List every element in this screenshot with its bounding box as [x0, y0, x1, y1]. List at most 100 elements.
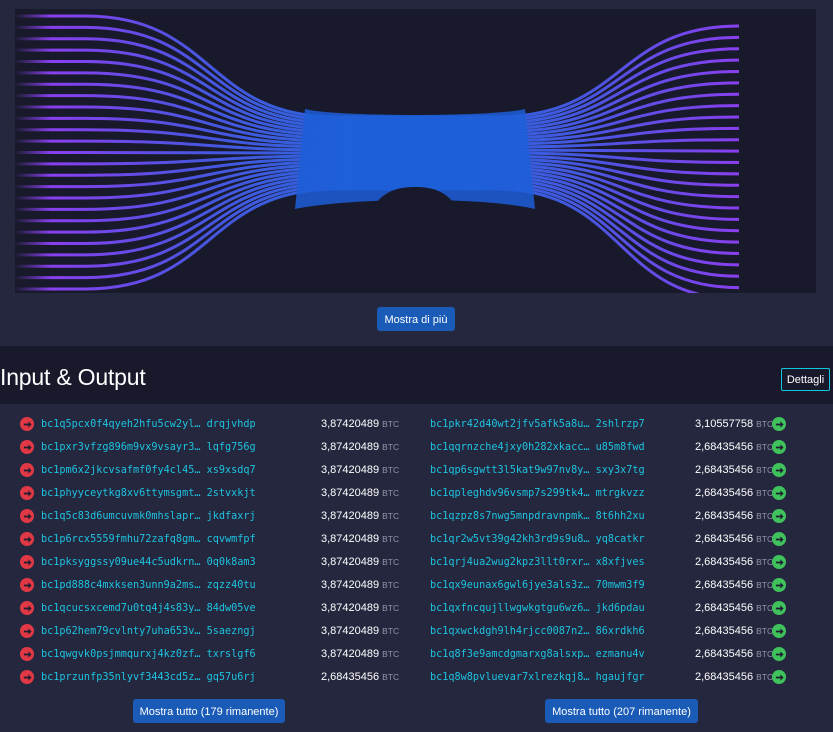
input-amount: 3,87420489 BTC [321, 602, 399, 614]
input-amount: 3,87420489 BTC [321, 625, 399, 637]
arrow-right-circle-icon[interactable] [20, 486, 34, 500]
input-row: bc1q5c83d6umcuvmk0mhslapr… jkdfaxrj 3,874… [20, 505, 410, 527]
arrow-right-circle-icon[interactable] [20, 670, 34, 684]
output-amount: 2,68435456 BTC [695, 510, 773, 522]
arrow-right-circle-icon[interactable] [20, 440, 34, 454]
output-address[interactable]: bc1qqrnzche4jxy0h282xkacc… u85m8fwd [430, 442, 700, 453]
arrow-right-circle-icon[interactable] [772, 624, 786, 638]
input-amount: 3,87420489 BTC [321, 648, 399, 660]
amount-unit: BTC [382, 580, 400, 590]
arrow-right-circle-icon[interactable] [772, 463, 786, 477]
arrow-right-circle-icon[interactable] [20, 647, 34, 661]
address-start: bc1qr2w5vt39g42kh3rd9s9u8… [430, 533, 590, 545]
arrow-right-circle-icon[interactable] [772, 417, 786, 431]
input-address[interactable]: bc1pxr3vfzg896m9vx9vsayr3… lqfg756g [41, 442, 321, 453]
output-address[interactable]: bc1qpleghdv96vsmp7s299tk4… mtrgkvzz [430, 488, 700, 499]
output-address[interactable]: bc1qx9eunax6gwl6jye3als3z… 70mwm3f9 [430, 580, 700, 591]
output-address[interactable]: bc1qrj4ua2wug2kpz3llt0rxr… x8xfjves [430, 557, 700, 568]
output-address[interactable]: bc1qxwckdgh9lh4rjcc0087n2… 86xrdkh6 [430, 626, 700, 637]
output-address[interactable]: bc1qp6sgwtt3l5kat9w97nv8y… sxy3x7tg [430, 465, 700, 476]
input-address[interactable]: bc1phyyceytkg8xv6ttymsgmt… 2stvxkjt [41, 488, 321, 499]
amount-value: 3,87420489 [321, 625, 380, 637]
arrow-right-circle-icon[interactable] [772, 578, 786, 592]
address-end: xs9xsdq7 [206, 464, 256, 476]
arrow-right-circle-icon[interactable] [772, 509, 786, 523]
input-address[interactable]: bc1pd888c4mxksen3unn9a2ms… zqzz40tu [41, 580, 321, 591]
arrow-right-circle-icon[interactable] [772, 440, 786, 454]
output-row: bc1qxfncqujllwgwkgtgu6wz6… jkd6pdau 2,684… [430, 597, 820, 619]
input-row: bc1qwgvk0psjmmqurxj4kz0zf… txrslgf6 3,874… [20, 643, 410, 665]
arrow-right-circle-icon[interactable] [20, 555, 34, 569]
arrow-right-circle-icon[interactable] [20, 532, 34, 546]
input-address[interactable]: bc1pm6x2jkcvsafmf0fy4cl45… xs9xsdq7 [41, 465, 321, 476]
arrow-right-circle-icon[interactable] [772, 647, 786, 661]
amount-unit: BTC [756, 557, 774, 567]
amount-unit: BTC [756, 626, 774, 636]
address-end: jkdfaxrj [206, 510, 256, 522]
input-row: bc1phyyceytkg8xv6ttymsgmt… 2stvxkjt 3,874… [20, 482, 410, 504]
arrow-right-circle-icon[interactable] [772, 532, 786, 546]
address-end: drqjvhdp [206, 418, 256, 430]
address-end: 0q0k8am3 [206, 556, 256, 568]
details-button[interactable]: Dettagli [781, 368, 830, 391]
show-more-button[interactable]: Mostra di più [377, 307, 455, 331]
address-end: 84dw05ve [206, 602, 256, 614]
amount-value: 3,87420489 [321, 556, 380, 568]
input-amount: 3,87420489 BTC [321, 533, 399, 545]
input-address[interactable]: bc1qcucsxcemd7u0tq4j4s83y… 84dw05ve [41, 603, 321, 614]
output-address[interactable]: bc1q8f3e9amcdgmarxg8alsxp… ezmanu4v [430, 649, 700, 660]
output-address[interactable]: bc1q8w8pvluevar7xlrezkqj8… hgaujfgr [430, 672, 700, 683]
input-amount: 3,87420489 BTC [321, 510, 399, 522]
amount-unit: BTC [756, 511, 774, 521]
amount-unit: BTC [382, 419, 400, 429]
output-amount: 2,68435456 BTC [695, 533, 773, 545]
arrow-right-circle-icon[interactable] [772, 601, 786, 615]
show-all-inputs-button[interactable]: Mostra tutto (179 rimanente) [133, 699, 285, 723]
address-end: hgaujfgr [595, 671, 645, 683]
address-end: zqzz40tu [206, 579, 256, 591]
arrow-right-circle-icon[interactable] [20, 624, 34, 638]
show-all-outputs-button[interactable]: Mostra tutto (207 rimanente) [545, 699, 698, 723]
arrow-right-circle-icon[interactable] [20, 509, 34, 523]
input-amount: 3,87420489 BTC [321, 418, 399, 430]
amount-unit: BTC [756, 442, 774, 452]
amount-unit: BTC [756, 419, 774, 429]
address-end: lqfg756g [206, 441, 256, 453]
amount-unit: BTC [756, 465, 774, 475]
address-end: yq8catkr [595, 533, 645, 545]
arrow-right-circle-icon[interactable] [772, 555, 786, 569]
input-address[interactable]: bc1q5pcx0f4qyeh2hfu5cw2yl… drqjvhdp [41, 419, 321, 430]
output-row: bc1pkr42d40wt2jfv5afk5a8u… 2shlrzp7 3,105… [430, 413, 820, 435]
input-address[interactable]: bc1przunfp35nlyvf3443cd5z… gq57u6rj [41, 672, 321, 683]
amount-unit: BTC [756, 580, 774, 590]
address-end: txrslgf6 [206, 648, 256, 660]
address-end: cqvwmfpf [206, 533, 256, 545]
arrow-right-circle-icon[interactable] [772, 670, 786, 684]
input-amount: 3,87420489 BTC [321, 556, 399, 568]
arrow-right-circle-icon[interactable] [20, 578, 34, 592]
flow-strand [15, 14, 417, 119]
arrow-right-circle-icon[interactable] [20, 463, 34, 477]
address-start: bc1q8w8pvluevar7xlrezkqj8… [430, 671, 590, 683]
input-address[interactable]: bc1qwgvk0psjmmqurxj4kz0zf… txrslgf6 [41, 649, 321, 660]
input-amount: 2,68435456 BTC [321, 671, 399, 683]
amount-unit: BTC [382, 557, 400, 567]
amount-value: 3,87420489 [321, 510, 380, 522]
input-address[interactable]: bc1pksyggssy09ue44c5udkrn… 0q0k8am3 [41, 557, 321, 568]
input-address[interactable]: bc1p6rcx5559fmhu72zafq8gm… cqvwmfpf [41, 534, 321, 545]
output-address[interactable]: bc1pkr42d40wt2jfv5afk5a8u… 2shlrzp7 [430, 419, 700, 430]
input-address[interactable]: bc1p62hem79cvlnty7uha653v… 5saezngj [41, 626, 321, 637]
arrow-right-circle-icon[interactable] [20, 417, 34, 431]
output-address[interactable]: bc1qzpz8s7nwg5mnpdravnpmk… 8t6hh2xu [430, 511, 700, 522]
address-start: bc1pm6x2jkcvsafmf0fy4cl45… [41, 464, 201, 476]
address-start: bc1przunfp35nlyvf3443cd5z… [41, 671, 201, 683]
output-address[interactable]: bc1qxfncqujllwgwkgtgu6wz6… jkd6pdau [430, 603, 700, 614]
arrow-right-circle-icon[interactable] [20, 601, 34, 615]
output-address[interactable]: bc1qr2w5vt39g42kh3rd9s9u8… yq8catkr [430, 534, 700, 545]
address-start: bc1phyyceytkg8xv6ttymsgmt… [41, 487, 201, 499]
input-address[interactable]: bc1q5c83d6umcuvmk0mhslapr… jkdfaxrj [41, 511, 321, 522]
output-amount: 2,68435456 BTC [695, 556, 773, 568]
transaction-flow-diagram[interactable] [15, 9, 816, 293]
arrow-right-circle-icon[interactable] [772, 486, 786, 500]
amount-value: 3,87420489 [321, 487, 380, 499]
